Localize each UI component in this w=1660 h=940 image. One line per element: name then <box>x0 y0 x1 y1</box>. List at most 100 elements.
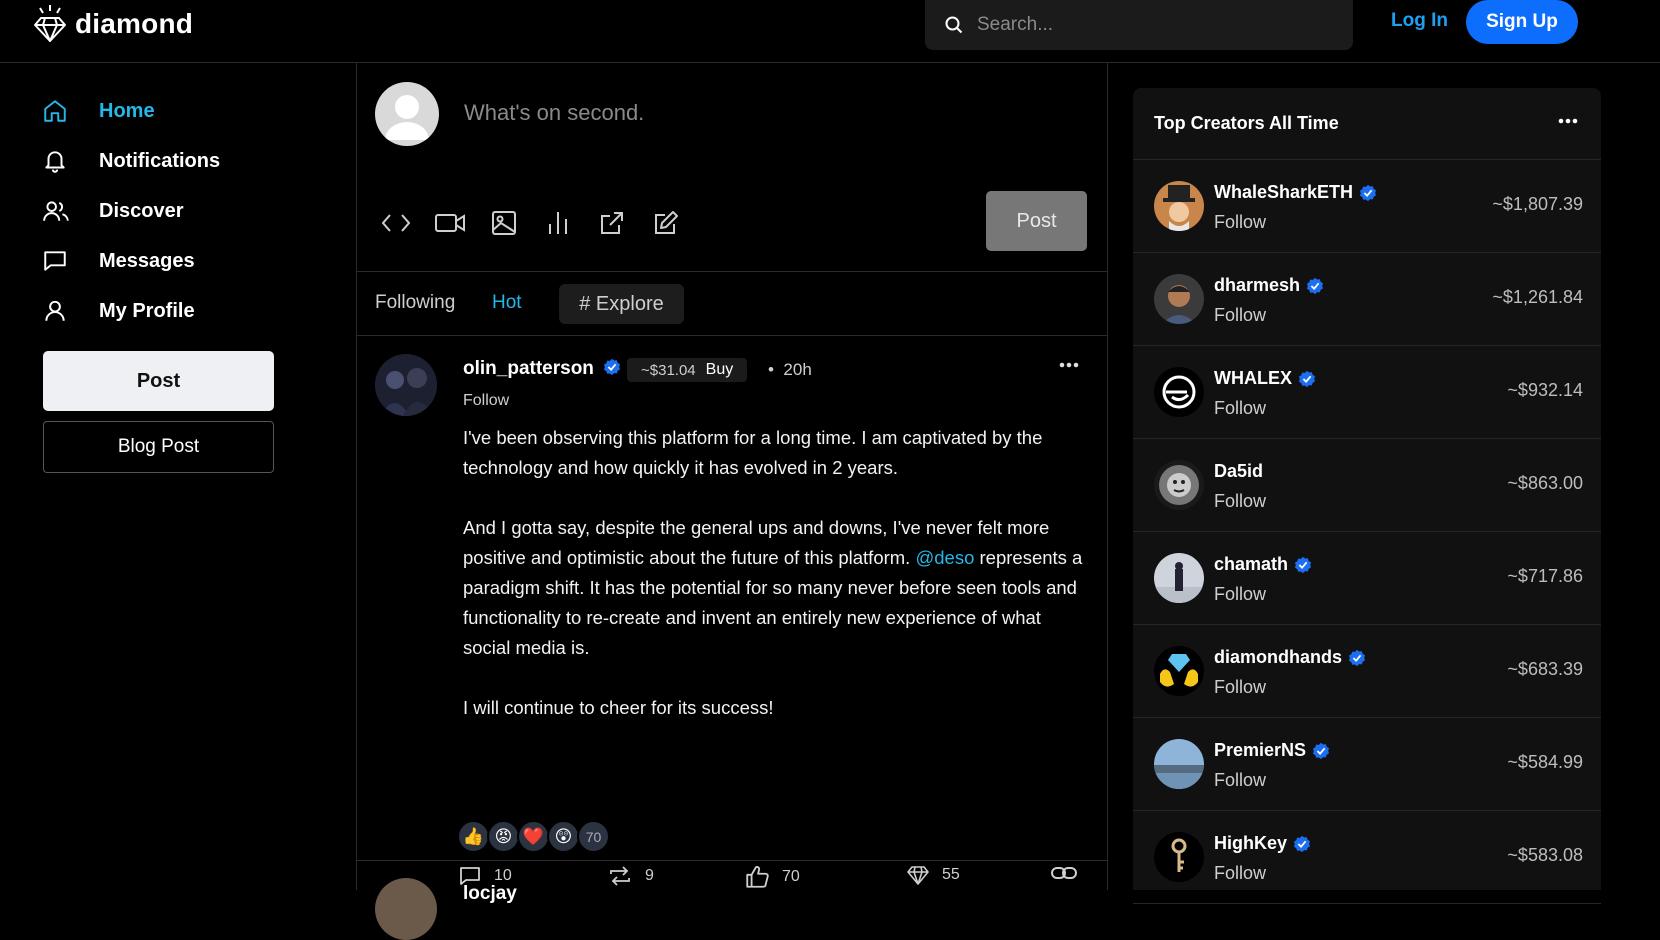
like-button[interactable]: 70 <box>744 864 800 890</box>
avatar <box>1154 274 1204 324</box>
post-paragraph: I will continue to cheer for its success… <box>463 697 774 718</box>
blog-post-button[interactable]: Blog Post <box>43 421 274 473</box>
sidebar-item-label: Messages <box>99 249 195 272</box>
sidebar-item-label: Home <box>99 99 155 122</box>
mention-link[interactable]: @deso <box>915 547 974 568</box>
post-paragraph: I've been observing this platform for a … <box>463 427 1043 478</box>
code-icon[interactable] <box>379 206 413 240</box>
verified-badge-icon <box>1294 556 1312 574</box>
logo[interactable]: diamond <box>33 4 193 44</box>
creator-name: diamondhands <box>1214 647 1366 668</box>
video-icon[interactable] <box>433 206 467 240</box>
creator-row[interactable]: PremierNS Follow ~$584.99 <box>1133 718 1601 811</box>
feed: What's on second. Post Following Hot # E… <box>357 63 1108 940</box>
creator-row[interactable]: chamath Follow ~$717.86 <box>1133 532 1601 625</box>
sidebar-item-discover[interactable]: Discover <box>42 195 184 227</box>
reactions-summary[interactable]: 👍 😡 ❤️ 😲 70 <box>457 820 610 853</box>
more-options-icon[interactable] <box>1558 118 1578 124</box>
avatar <box>1154 553 1204 603</box>
buy-button[interactable]: Buy <box>706 361 734 379</box>
verified-badge-icon <box>1298 370 1316 388</box>
tab-following[interactable]: Following <box>375 292 455 314</box>
more-options-icon[interactable] <box>1059 362 1079 368</box>
external-link-icon[interactable] <box>595 206 629 240</box>
creator-row[interactable]: WhaleSharkETH Follow ~$1,807.39 <box>1133 160 1601 253</box>
verified-badge-icon <box>1312 742 1330 760</box>
copy-link-button[interactable] <box>1050 864 1078 882</box>
creator-value: ~$932.14 <box>1507 380 1583 400</box>
follow-link[interactable]: Follow <box>1214 863 1266 884</box>
avatar <box>1154 739 1204 789</box>
creator-row[interactable]: dharmesh Follow ~$1,261.84 <box>1133 253 1601 346</box>
sidebar-item-messages[interactable]: Messages <box>42 245 195 277</box>
users-icon <box>42 198 70 224</box>
thumbs-up-reaction-icon: 👍 <box>457 820 490 853</box>
heart-reaction-icon: ❤️ <box>517 820 550 853</box>
follow-link[interactable]: Follow <box>1214 770 1266 791</box>
post-body: I've been observing this platform for a … <box>463 423 1088 753</box>
creator-row[interactable]: Da5id Follow ~$863.00 <box>1133 439 1601 532</box>
diamond-logo-icon <box>33 4 67 44</box>
follow-link[interactable]: Follow <box>1214 212 1266 233</box>
sidebar-item-notifications[interactable]: Notifications <box>42 145 220 177</box>
image-icon[interactable] <box>487 206 521 240</box>
creator-name: PremierNS <box>1214 740 1330 761</box>
creator-name: Da5id <box>1214 461 1264 481</box>
sidebar-item-home[interactable]: Home <box>42 95 155 127</box>
verified-badge-icon <box>1348 649 1366 667</box>
message-icon <box>42 248 68 274</box>
sidebar-item-label: My Profile <box>99 299 195 322</box>
post-username[interactable]: locjay <box>463 883 517 905</box>
post-paragraph: And I gotta say, despite the general ups… <box>463 517 1083 658</box>
panel-header: Top Creators All Time <box>1133 88 1601 160</box>
follow-link[interactable]: Follow <box>1214 398 1266 419</box>
avatar[interactable] <box>375 878 437 940</box>
diamond-button[interactable]: 55 <box>906 864 960 886</box>
creator-row[interactable]: HighKey Follow ~$583.08 <box>1133 811 1601 904</box>
poll-icon[interactable] <box>541 206 575 240</box>
creator-value: ~$717.86 <box>1507 566 1583 586</box>
avatar <box>1154 646 1204 696</box>
edit-icon[interactable] <box>649 206 683 240</box>
composer-post-button[interactable]: Post <box>986 191 1087 251</box>
repost-button[interactable]: 9 <box>607 864 654 888</box>
reaction-count: 70 <box>577 820 610 853</box>
sidebar-post-button[interactable]: Post <box>43 351 274 411</box>
creator-coin-pill[interactable]: ~$31.04 Buy <box>627 358 748 382</box>
panel-title: Top Creators All Time <box>1154 113 1339 133</box>
follow-link[interactable]: Follow <box>1214 677 1266 698</box>
creator-name: WHALEX <box>1214 368 1316 389</box>
creator-row[interactable]: WHALEX Follow ~$932.14 <box>1133 346 1601 439</box>
coin-price: ~$31.04 <box>641 361 696 379</box>
creator-value: ~$683.39 <box>1507 659 1583 679</box>
home-icon <box>42 98 68 124</box>
signup-button[interactable]: Sign Up <box>1466 0 1578 44</box>
creator-value: ~$1,807.39 <box>1492 194 1583 214</box>
avatar <box>1154 460 1204 510</box>
follow-link[interactable]: Follow <box>1214 305 1266 326</box>
avatar[interactable] <box>375 354 437 416</box>
verified-badge-icon <box>603 358 621 376</box>
creator-name: HighKey <box>1214 833 1311 854</box>
app-name: diamond <box>75 8 194 39</box>
sidebar-item-my-profile[interactable]: My Profile <box>42 295 195 327</box>
search-input[interactable] <box>977 14 1337 36</box>
creator-value: ~$584.99 <box>1507 752 1583 772</box>
link-icon <box>1050 864 1078 882</box>
avatar <box>1154 367 1204 417</box>
avatar <box>375 82 439 146</box>
creator-row[interactable]: diamondhands Follow ~$683.39 <box>1133 625 1601 718</box>
post-username[interactable]: olin_patterson <box>463 358 621 380</box>
left-sidebar: Home Notifications Discover Messages My … <box>0 63 357 890</box>
tab-hot[interactable]: Hot <box>492 292 522 314</box>
follow-link[interactable]: Follow <box>1214 491 1266 512</box>
repost-icon <box>607 864 633 888</box>
follow-link[interactable]: Follow <box>1214 584 1266 605</box>
composer-input[interactable]: What's on second. <box>464 100 644 126</box>
top-creators-panel: Top Creators All Time WhaleSharkETH Foll… <box>1133 88 1601 904</box>
follow-link[interactable]: Follow <box>463 392 509 410</box>
login-link[interactable]: Log In <box>1391 10 1448 32</box>
tab-explore[interactable]: # Explore <box>559 284 684 324</box>
user-icon <box>42 298 68 324</box>
post-composer: What's on second. Post <box>357 63 1107 272</box>
